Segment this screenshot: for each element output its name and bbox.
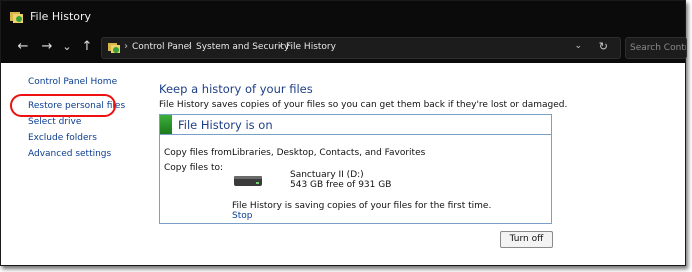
search-input[interactable]: Search Control Panel [625,37,687,59]
sidebar-item-select-drive[interactable]: Select drive [28,117,81,127]
page-description: File History saves copies of your files … [159,100,568,110]
annotation-highlight [10,94,116,117]
file-history-window: File History ← → ⌄ ↑ › Control Panel › S… [0,0,687,266]
copy-from-label: Copy files from: [164,148,235,158]
copy-from-value: Libraries, Desktop, Contacts, and Favori… [232,148,426,158]
breadcrumb-separator-icon: › [188,41,192,52]
up-arrow-icon[interactable]: ↑ [78,38,96,56]
chevron-down-icon[interactable]: ⌄ [574,41,582,51]
navigation-bar: ← → ⌄ ↑ › Control Panel › System and Sec… [1,33,687,63]
breadcrumb-file-history[interactable]: File History [286,42,336,52]
breadcrumb-separator-icon: › [278,41,282,52]
sidebar-item-control-panel-home[interactable]: Control Panel Home [28,77,117,87]
stop-link[interactable]: Stop [232,211,252,221]
sidebar-item-advanced-settings[interactable]: Advanced settings [28,149,111,159]
window-title: File History [30,10,92,23]
hard-drive-icon [234,176,262,186]
sidebar-item-exclude-folders[interactable]: Exclude folders [28,133,97,143]
status-title: File History is on [178,118,273,132]
breadcrumb-separator-icon: › [124,41,128,52]
copy-to-label: Copy files to: [164,163,224,173]
title-bar: File History [1,1,685,33]
recent-locations-icon[interactable]: ⌄ [58,38,76,56]
breadcrumb-system-and-security[interactable]: System and Security [196,42,289,52]
drive-space: 543 GB free of 931 GB [290,180,392,190]
search-placeholder: Search Control Panel [630,43,686,53]
status-indicator-bar [160,115,172,134]
status-panel: File History is on Copy files from: Libr… [159,114,552,224]
control-panel-icon [108,43,120,53]
drive-name: Sanctuary II (D:) [290,170,364,180]
file-history-app-icon [10,12,23,23]
turn-off-button[interactable]: Turn off [500,231,553,248]
refresh-icon[interactable]: ↻ [599,40,608,53]
forward-arrow-icon[interactable]: → [38,38,56,56]
progress-message: File History is saving copies of your fi… [232,201,492,211]
page-title: Keep a history of your files [159,82,313,96]
status-header: File History is on [160,115,551,135]
breadcrumb-control-panel[interactable]: Control Panel [132,42,192,52]
back-arrow-icon[interactable]: ← [14,38,32,56]
address-bar[interactable]: › Control Panel › System and Security › … [101,37,621,59]
